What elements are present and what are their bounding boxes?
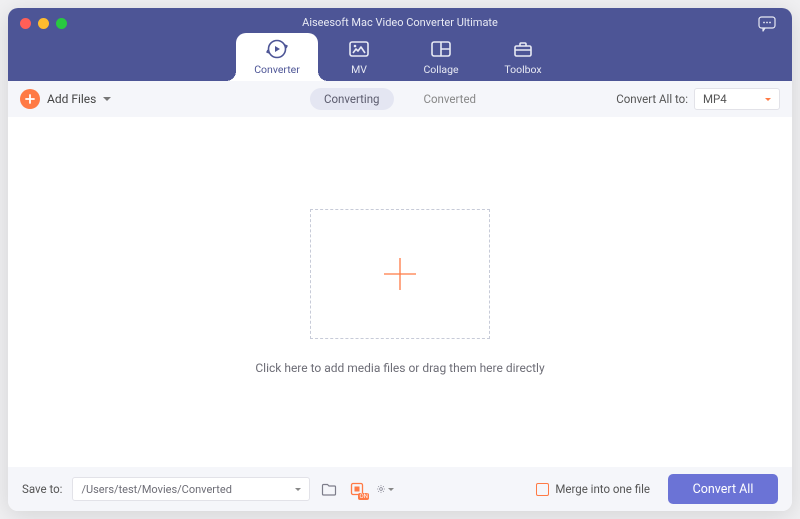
gear-icon bbox=[376, 481, 386, 497]
format-select[interactable]: MP4 bbox=[694, 88, 780, 110]
main-tabs: Converter MV Collage Toolbox bbox=[8, 33, 792, 81]
open-folder-button[interactable] bbox=[320, 480, 338, 498]
merge-checkbox[interactable]: Merge into one file bbox=[536, 482, 650, 496]
plus-icon bbox=[20, 89, 40, 109]
main-area: Click here to add media files or drag th… bbox=[8, 117, 792, 467]
tab-converter[interactable]: Converter bbox=[236, 33, 318, 81]
toolbar: Add Files Converting Converted Convert A… bbox=[8, 81, 792, 117]
checkbox-icon bbox=[536, 483, 549, 496]
app-window: Aiseesoft Mac Video Converter Ultimate C… bbox=[8, 8, 792, 511]
segment-converting[interactable]: Converting bbox=[310, 88, 394, 110]
dropzone-hint: Click here to add media files or drag th… bbox=[255, 361, 544, 375]
convert-all-to: Convert All to: MP4 bbox=[616, 88, 780, 110]
window-title: Aiseesoft Mac Video Converter Ultimate bbox=[8, 16, 792, 29]
status-segment: Converting Converted bbox=[310, 88, 490, 110]
convert-all-button[interactable]: Convert All bbox=[668, 474, 778, 504]
save-path-select[interactable]: /Users/test/Movies/Converted bbox=[72, 477, 310, 501]
chevron-down-icon bbox=[765, 98, 771, 101]
chevron-down-icon bbox=[103, 97, 111, 101]
tab-label: Toolbox bbox=[504, 63, 541, 76]
plus-icon bbox=[378, 252, 422, 296]
chevron-down-icon bbox=[388, 488, 394, 491]
tab-mv[interactable]: MV bbox=[318, 33, 400, 81]
merge-label: Merge into one file bbox=[555, 482, 650, 496]
gpu-badge: ON bbox=[358, 493, 369, 500]
save-path-value: /Users/test/Movies/Converted bbox=[81, 483, 231, 496]
convert-all-to-label: Convert All to: bbox=[616, 92, 688, 106]
titlebar: Aiseesoft Mac Video Converter Ultimate C… bbox=[8, 8, 792, 81]
footer: Save to: /Users/test/Movies/Converted ON… bbox=[8, 467, 792, 511]
mv-icon bbox=[347, 37, 371, 61]
add-files-button[interactable]: Add Files bbox=[20, 89, 111, 109]
convert-all-button-label: Convert All bbox=[693, 482, 754, 497]
save-to-label: Save to: bbox=[22, 482, 62, 496]
tab-label: Collage bbox=[423, 63, 458, 76]
collage-icon bbox=[429, 37, 453, 61]
segment-converted[interactable]: Converted bbox=[410, 88, 491, 110]
chevron-down-icon bbox=[295, 488, 301, 491]
folder-icon bbox=[321, 482, 337, 496]
dropzone[interactable] bbox=[310, 209, 490, 339]
format-selected-value: MP4 bbox=[703, 92, 727, 106]
tab-collage[interactable]: Collage bbox=[400, 33, 482, 81]
tab-label: Converter bbox=[254, 63, 300, 76]
settings-button[interactable] bbox=[376, 480, 394, 498]
converter-icon bbox=[265, 37, 289, 61]
add-files-label: Add Files bbox=[47, 92, 96, 106]
toolbox-icon bbox=[511, 37, 535, 61]
gpu-accel-button[interactable]: ON bbox=[348, 480, 366, 498]
tab-toolbox[interactable]: Toolbox bbox=[482, 33, 564, 81]
tab-label: MV bbox=[351, 63, 367, 76]
